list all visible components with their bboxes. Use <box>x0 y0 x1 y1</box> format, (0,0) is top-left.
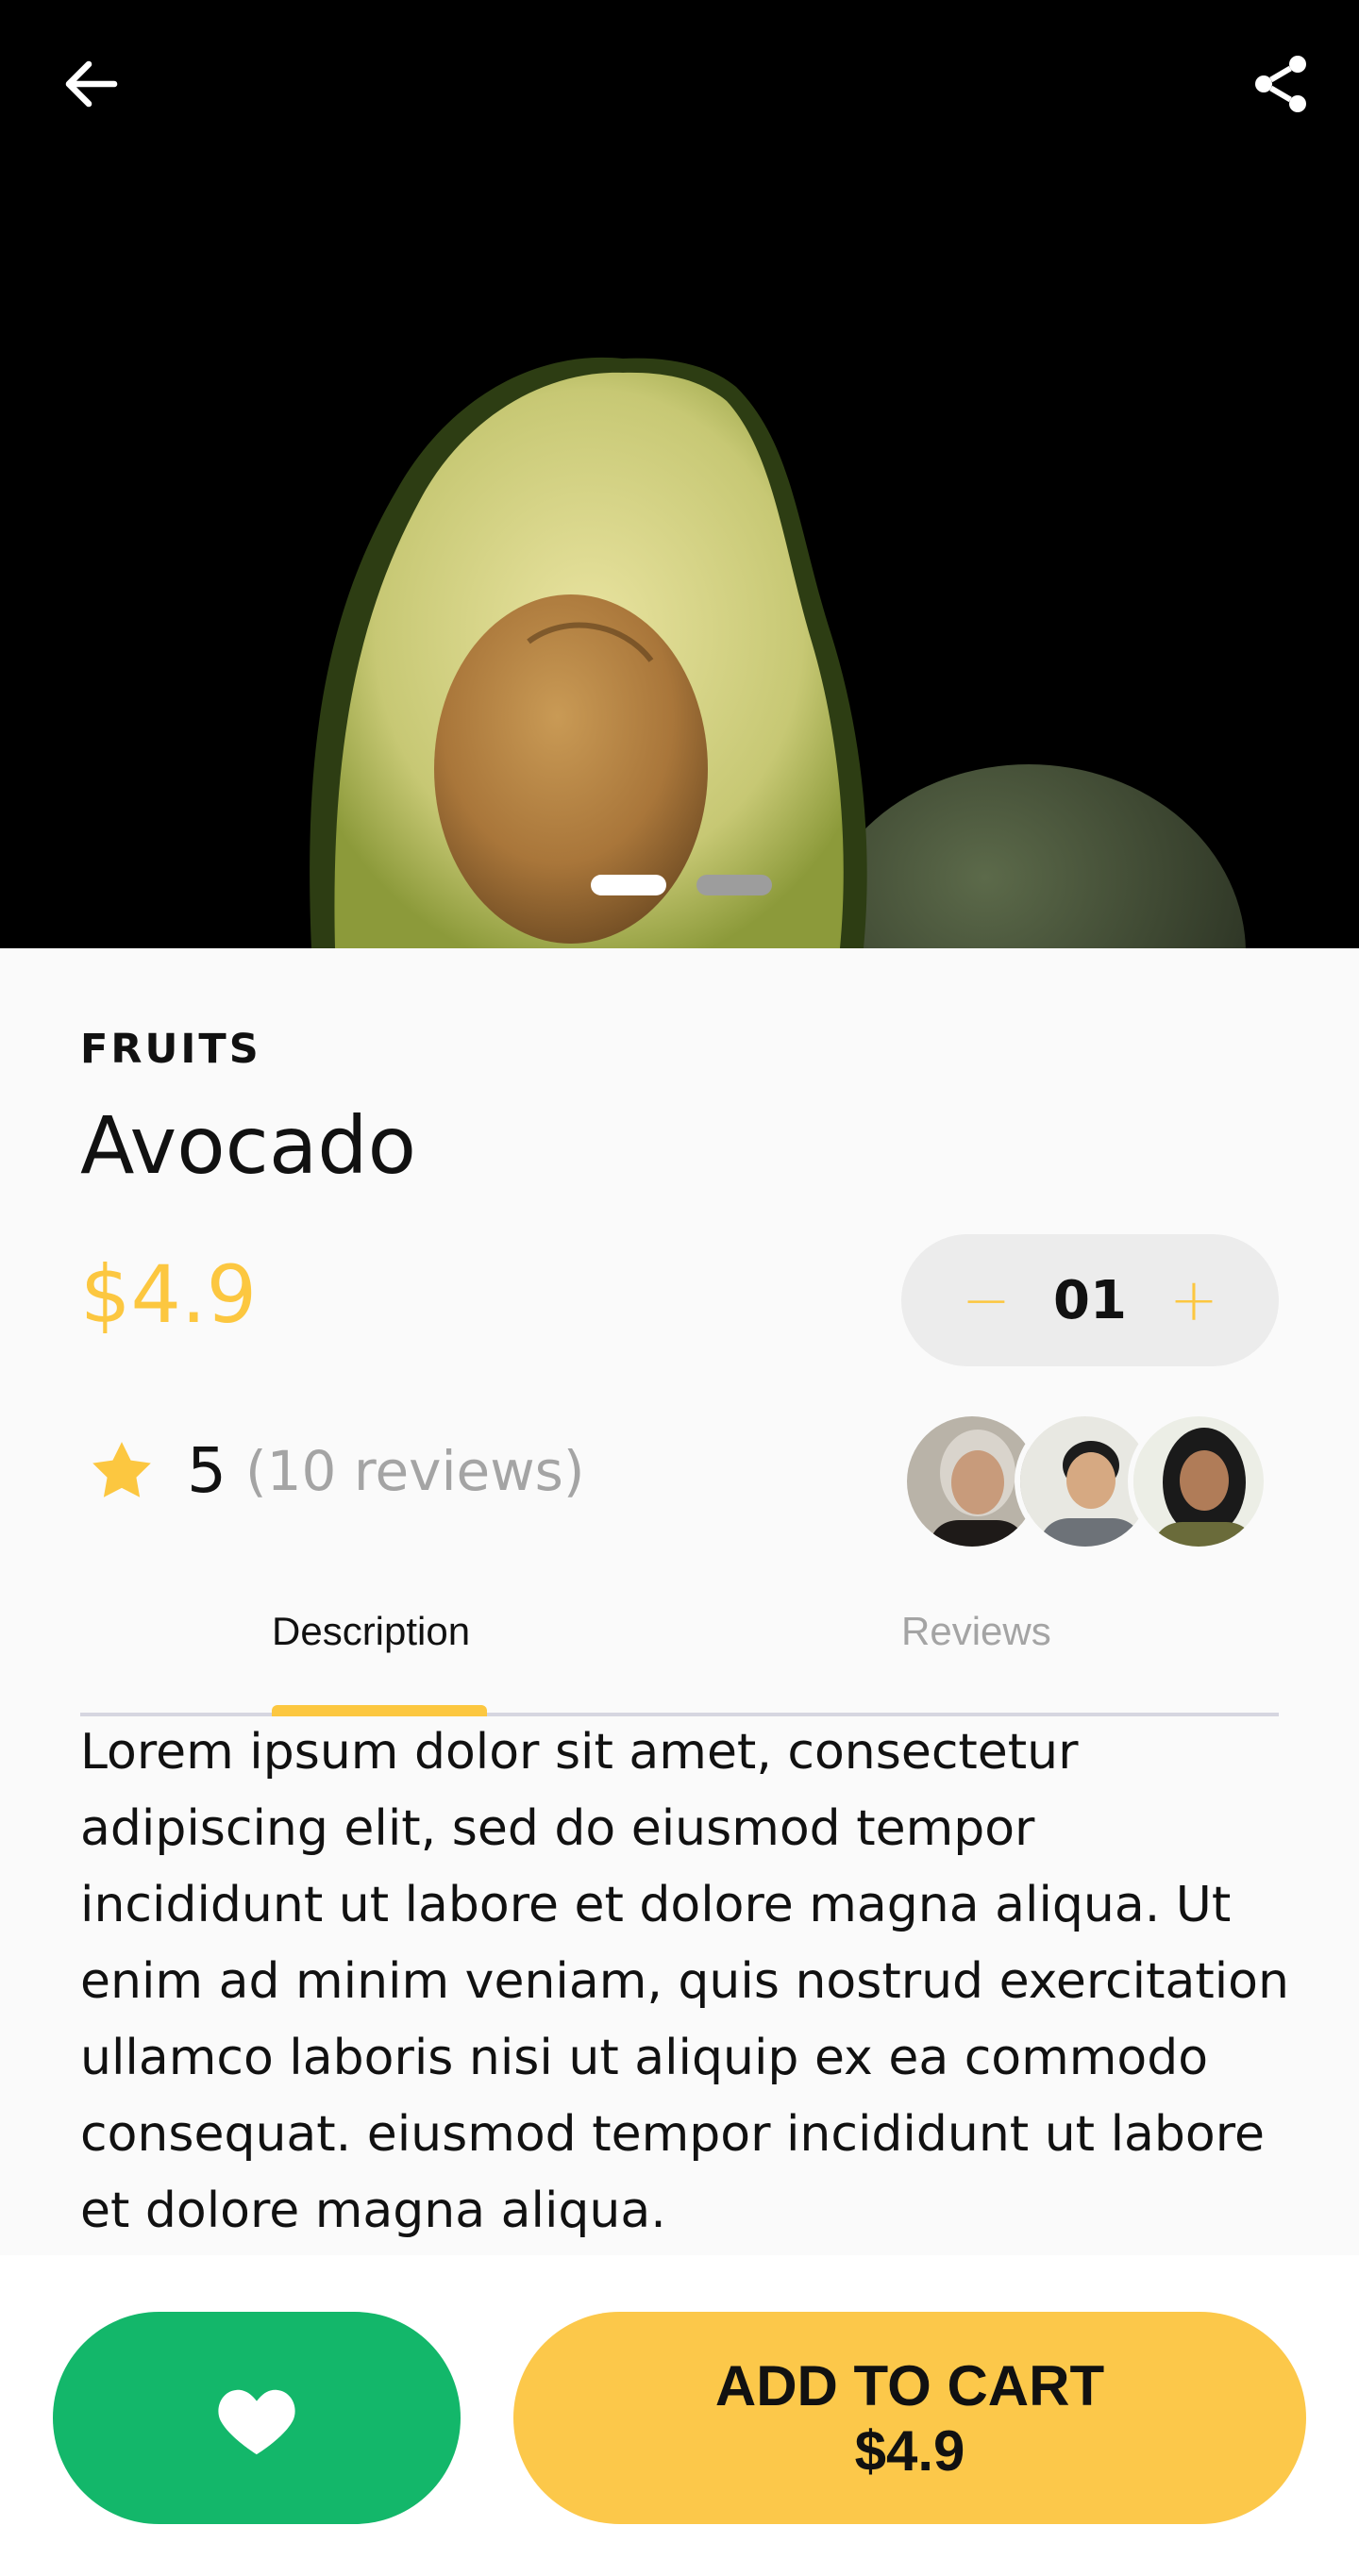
product-info-sheet: FRUITS Avocado $4.9 − 01 + 5 (10 reviews… <box>0 948 1359 2255</box>
favorite-button[interactable] <box>53 2312 461 2524</box>
quantity-value: 01 <box>1053 1269 1127 1331</box>
review-count: (10 reviews) <box>245 1438 585 1503</box>
product-title: Avocado <box>80 1099 417 1192</box>
arrow-left-icon <box>65 60 118 108</box>
add-to-cart-label: ADD TO CART <box>714 2353 1105 2417</box>
quantity-stepper: − 01 + <box>901 1234 1279 1366</box>
carousel-dot-active[interactable] <box>591 875 666 895</box>
reviewer-avatars[interactable] <box>901 1411 1279 1552</box>
product-detail-screen: FRUITS Avocado $4.9 − 01 + 5 (10 reviews… <box>0 0 1359 2576</box>
product-tabs: Description Reviews <box>80 1571 1279 1717</box>
product-price: $4.9 <box>80 1248 258 1341</box>
product-description: Lorem ipsum dolor sit amet, consectetur … <box>80 1724 1289 2239</box>
share-button[interactable] <box>1229 32 1333 136</box>
back-button[interactable] <box>40 32 143 136</box>
product-category: FRUITS <box>80 1026 261 1073</box>
increment-button[interactable]: + <box>1166 1271 1222 1330</box>
add-to-cart-button[interactable]: ADD TO CART $4.9 <box>513 2312 1306 2524</box>
carousel-indicator <box>591 875 772 895</box>
tab-description[interactable]: Description <box>272 1609 470 1654</box>
heart-icon <box>218 2389 295 2454</box>
rating-summary[interactable]: 5 (10 reviews) <box>87 1434 585 1507</box>
rating-score: 5 <box>187 1434 226 1507</box>
add-to-cart-price: $4.9 <box>854 2418 965 2483</box>
carousel-dot[interactable] <box>696 875 772 895</box>
tab-reviews[interactable]: Reviews <box>901 1609 1051 1654</box>
avocado-image <box>310 357 1246 948</box>
bottom-action-bar: ADD TO CART $4.9 <box>0 2255 1359 2576</box>
share-icon <box>1255 56 1306 112</box>
star-icon <box>92 1441 151 1497</box>
decrement-button[interactable]: − <box>958 1271 1015 1330</box>
avatar <box>1128 1411 1269 1552</box>
product-image-carousel[interactable] <box>0 0 1359 948</box>
